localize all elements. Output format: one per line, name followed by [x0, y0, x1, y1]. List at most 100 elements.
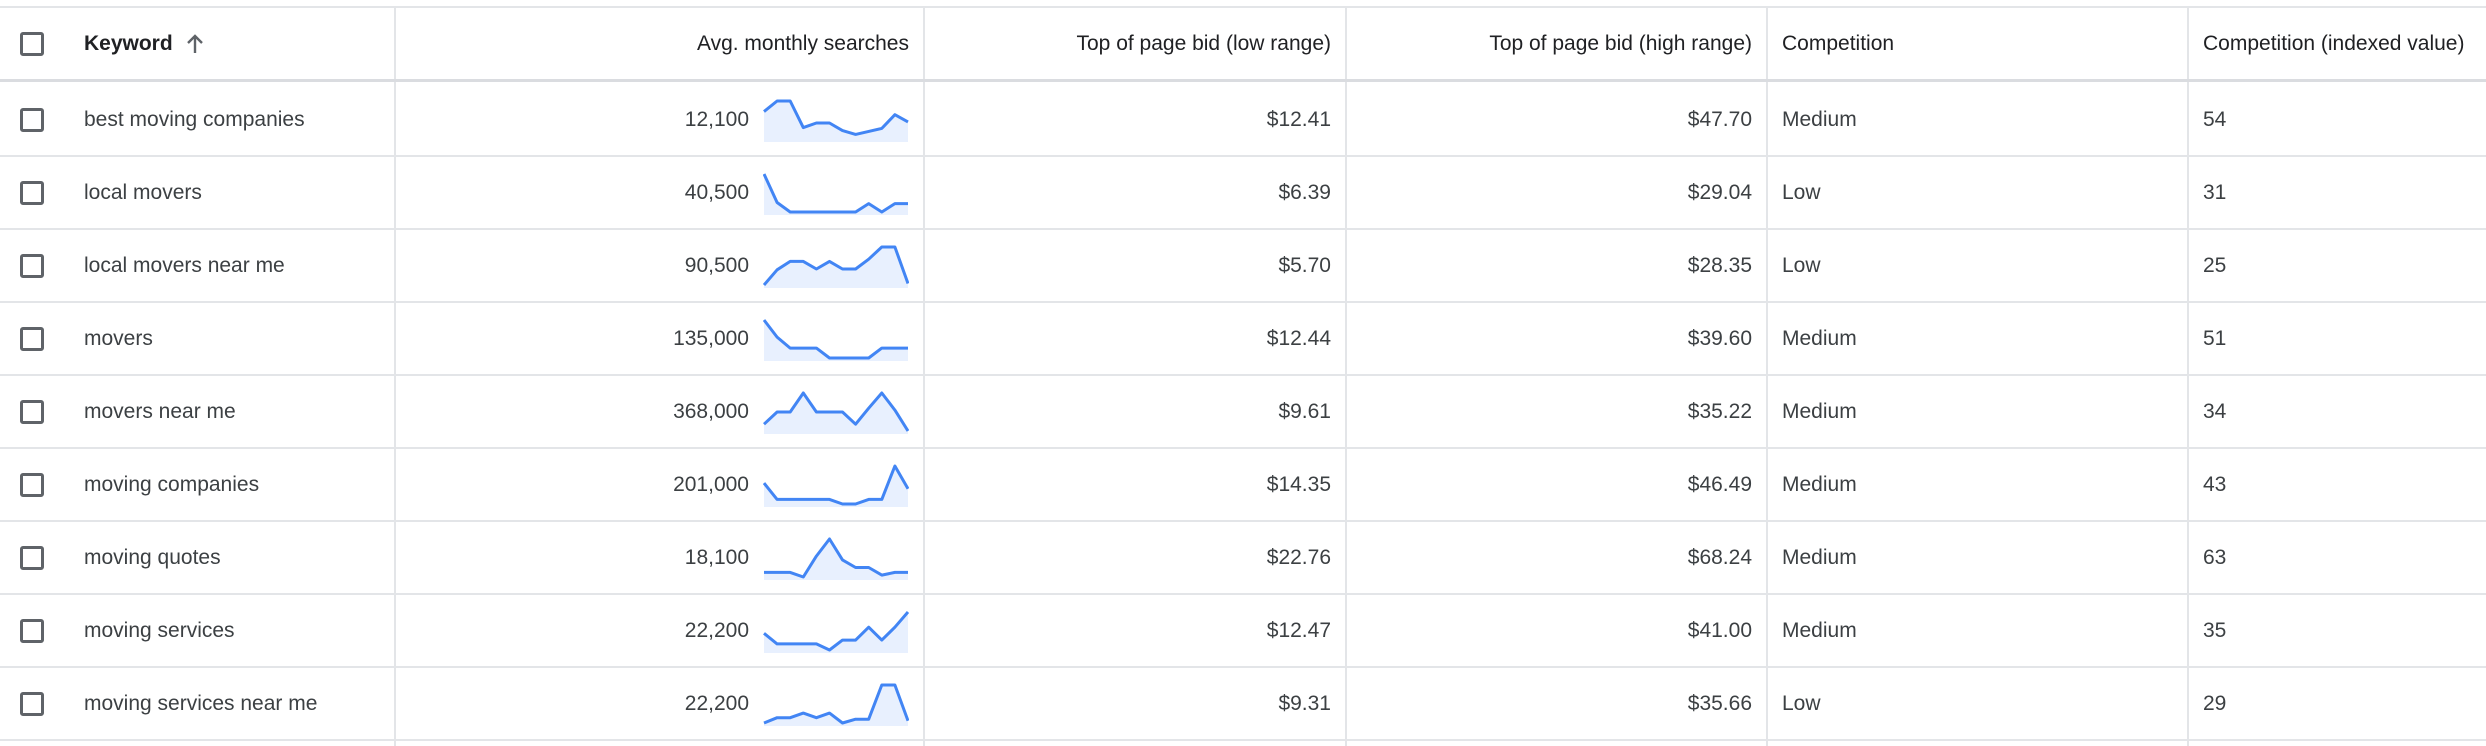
trend-sparkline[interactable] — [763, 463, 909, 507]
searches-value: 40,500 — [684, 180, 749, 204]
competition-value: Medium — [1782, 399, 1857, 423]
keyword-text: moving quotes — [84, 545, 221, 569]
keyword-text: best moving companies — [84, 107, 305, 131]
column-header-competition-index[interactable]: Competition (indexed value) — [2203, 8, 2486, 79]
trend-sparkline[interactable] — [763, 171, 909, 215]
table-row: moving companies 201,000 $14.35 $46.49 Mediu… — [0, 449, 2486, 522]
searches-value: 90,500 — [684, 253, 749, 277]
row-checkbox[interactable] — [20, 326, 44, 351]
bid-high-value: $41.00 — [1687, 618, 1752, 642]
keyword-text: moving companies — [84, 472, 260, 496]
bid-high-cell: $41.00 — [1347, 595, 1752, 666]
keyword-ideas-table: Keyword Avg. monthly searches Top of pag… — [0, 0, 2486, 746]
avg-monthly-searches-cell: 18,100 — [396, 522, 909, 593]
trend-sparkline[interactable] — [763, 536, 909, 580]
competition-cell: Medium — [1782, 376, 2172, 447]
bid-high-cell: $68.24 — [1347, 522, 1752, 593]
column-header-avg-monthly-searches[interactable]: Avg. monthly searches — [396, 8, 909, 79]
competition-index-cell: 51 — [2203, 303, 2486, 374]
competition-value: Medium — [1782, 107, 1857, 131]
bid-low-cell: $12.41 — [925, 84, 1331, 155]
row-select-cell — [20, 230, 50, 301]
bid-high-value: $35.66 — [1687, 691, 1752, 715]
trend-sparkline[interactable] — [763, 682, 909, 726]
competition-value: Medium — [1782, 618, 1857, 642]
bid-low-value: $6.39 — [1278, 180, 1331, 204]
row-checkbox[interactable] — [20, 691, 44, 716]
row-checkbox[interactable] — [20, 618, 44, 643]
row-checkbox[interactable] — [20, 180, 44, 205]
row-checkbox[interactable] — [20, 253, 44, 278]
table-row: local movers near me 90,500 $5.70 $28.35 Low… — [0, 230, 2486, 303]
keyword-cell: moving companies — [84, 449, 384, 520]
trend-sparkline[interactable] — [763, 98, 909, 142]
row-checkbox[interactable] — [20, 107, 44, 132]
bid-high-cell: $47.70 — [1347, 84, 1752, 155]
bid-low-cell: $22.76 — [925, 522, 1331, 593]
trend-sparkline[interactable] — [763, 244, 909, 288]
row-select-cell — [20, 668, 50, 739]
row-checkbox[interactable] — [20, 545, 44, 570]
row-select-cell — [20, 157, 50, 228]
avg-monthly-searches-cell: 368,000 — [396, 376, 909, 447]
avg-monthly-searches-cell: 12,100 — [396, 84, 909, 155]
bid-high-cell: $35.22 — [1347, 376, 1752, 447]
bid-low-cell: $12.44 — [925, 303, 1331, 374]
table-row: moving services 22,200 $12.47 $41.00 Medium 3… — [0, 595, 2486, 668]
competition-index-value: 51 — [2203, 326, 2227, 350]
row-select-cell — [20, 449, 50, 520]
keyword-cell: moving services near me — [84, 668, 384, 739]
bid-low-value: $12.44 — [1266, 326, 1331, 350]
bid-low-cell: $12.47 — [925, 595, 1331, 666]
bid-low-cell: $14.35 — [925, 449, 1331, 520]
competition-index-cell: 34 — [2203, 376, 2486, 447]
column-header-competition[interactable]: Competition — [1782, 8, 2172, 79]
row-select-cell — [20, 376, 50, 447]
keyword-header-label: Keyword — [84, 31, 173, 55]
trend-sparkline[interactable] — [763, 390, 909, 434]
table-row: best moving companies 12,100 $12.41 $47.70 M… — [0, 84, 2486, 157]
row-checkbox[interactable] — [20, 399, 44, 424]
keyword-text: moving services — [84, 618, 235, 642]
column-header-bid-low[interactable]: Top of page bid (low range) — [925, 8, 1332, 79]
trend-sparkline[interactable] — [763, 317, 909, 361]
competition-value: Low — [1782, 691, 1821, 715]
bid-high-value: $28.35 — [1687, 253, 1752, 277]
competition-index-cell: 63 — [2203, 522, 2486, 593]
searches-value: 22,200 — [684, 618, 749, 642]
competition-value: Medium — [1782, 472, 1857, 496]
keyword-cell: movers — [84, 303, 384, 374]
keyword-text: movers near me — [84, 399, 236, 423]
searches-value: 201,000 — [673, 472, 749, 496]
select-all-checkbox[interactable] — [20, 31, 44, 56]
competition-cell: Medium — [1782, 84, 2172, 155]
searches-value: 18,100 — [684, 545, 749, 569]
avg-monthly-searches-cell: 22,200 — [396, 668, 909, 739]
select-all-cell — [20, 8, 50, 79]
bid-high-value: $35.22 — [1687, 399, 1752, 423]
keyword-text: movers — [84, 326, 153, 350]
bid-high-cell: $29.04 — [1347, 157, 1752, 228]
row-checkbox[interactable] — [20, 472, 44, 497]
row-select-cell — [20, 303, 50, 374]
competition-value: Low — [1782, 180, 1821, 204]
table-row: movers near me 368,000 $9.61 $35.22 Medium 34 — [0, 376, 2486, 449]
bid-low-cell: $5.70 — [925, 230, 1331, 301]
keyword-text: local movers — [84, 180, 202, 204]
keyword-text: moving services near me — [84, 691, 318, 715]
sparkline-line — [763, 172, 908, 213]
column-header-bid-high[interactable]: Top of page bid (high range) — [1347, 8, 1752, 79]
bid-high-value: $68.24 — [1687, 545, 1752, 569]
searches-value: 135,000 — [673, 326, 749, 350]
bid-high-header-label: Top of page bid (high range) — [1489, 31, 1752, 55]
trend-sparkline[interactable] — [763, 609, 909, 653]
bid-high-value: $39.60 — [1687, 326, 1752, 350]
competition-cell: Low — [1782, 230, 2172, 301]
table-row: local movers 40,500 $6.39 $29.04 Low 31 — [0, 157, 2486, 230]
column-header-keyword[interactable]: Keyword — [84, 8, 384, 79]
searches-value: 22,200 — [684, 691, 749, 715]
bid-low-cell: $9.61 — [925, 376, 1331, 447]
competition-index-value: 29 — [2203, 691, 2227, 715]
competition-value: Medium — [1782, 326, 1857, 350]
bid-low-value: $9.61 — [1278, 399, 1331, 423]
